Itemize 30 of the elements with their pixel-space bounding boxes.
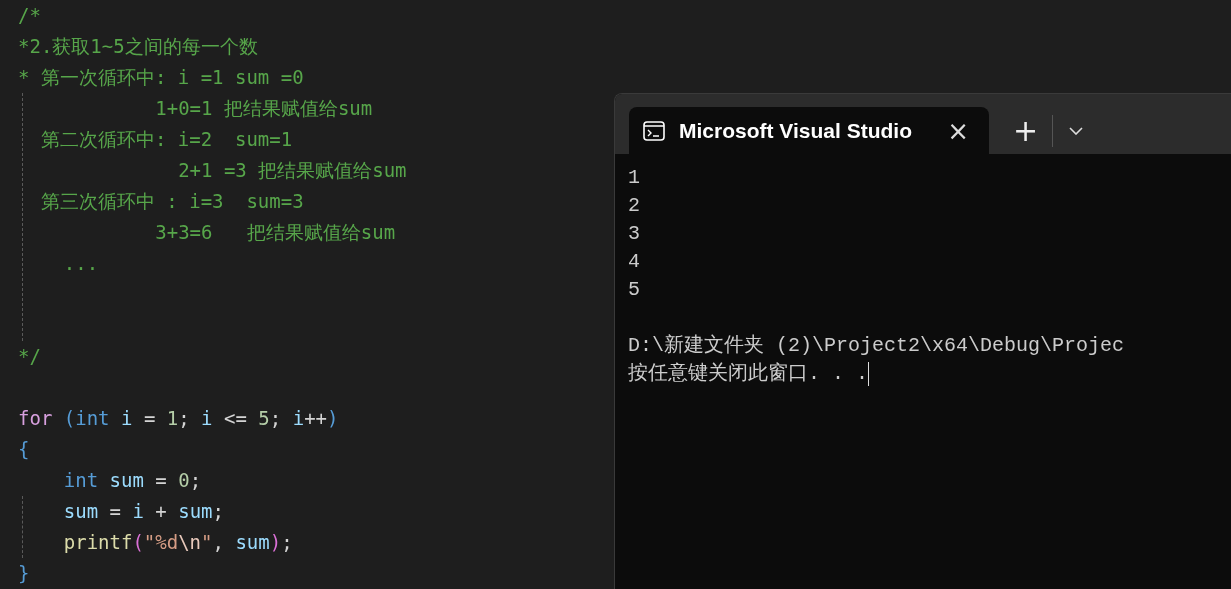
- new-tab-button[interactable]: +: [1003, 115, 1049, 146]
- tab-title: Microsoft Visual Studio: [679, 118, 913, 143]
- console-output-line: 5: [628, 278, 640, 301]
- chevron-down-icon: [1069, 126, 1084, 135]
- code-line: printf("%d\n", sum);: [62, 531, 293, 553]
- code-line: * 第一次循环中: i =1 sum =0: [18, 66, 304, 88]
- console-icon: [643, 120, 665, 141]
- console-output-line: 3: [628, 222, 640, 245]
- code-line: 第二次循环中: i=2 sum=1: [39, 128, 293, 150]
- code-line: 1+0=1 把结果赋值给sum: [154, 97, 373, 119]
- code-line: {: [18, 438, 30, 460]
- code-line: ...: [62, 252, 99, 274]
- code-line: sum = i + sum;: [62, 500, 224, 522]
- code-line: */: [18, 345, 41, 367]
- code-line: 3+3=6 把结果赋值给sum: [154, 221, 396, 243]
- terminal-tab[interactable]: Microsoft Visual Studio ×: [629, 107, 989, 154]
- console-output-line: 4: [628, 250, 640, 273]
- console-output-line: 2: [628, 194, 640, 217]
- console-output-line: 1: [628, 166, 640, 189]
- text-cursor: [868, 361, 869, 386]
- console-output-line: D:\新建文件夹 (2)\Project2\x64\Debug\Projec: [628, 334, 1125, 357]
- code-line: *2.获取1~5之间的每一个数: [18, 35, 258, 57]
- code-line: /*: [18, 4, 41, 26]
- code-line: 第三次循环中 : i=3 sum=3: [39, 190, 304, 212]
- code-line: for (int i = 1; i <= 5; i++): [18, 407, 339, 429]
- code-line: int sum = 0;: [62, 469, 202, 491]
- code-line: }: [18, 562, 30, 584]
- close-tab-button[interactable]: ×: [941, 115, 975, 146]
- code-line: 2+1 =3 把结果赋值给sum: [177, 159, 407, 181]
- console-output-line: 按任意键关闭此窗口. . .: [628, 362, 868, 385]
